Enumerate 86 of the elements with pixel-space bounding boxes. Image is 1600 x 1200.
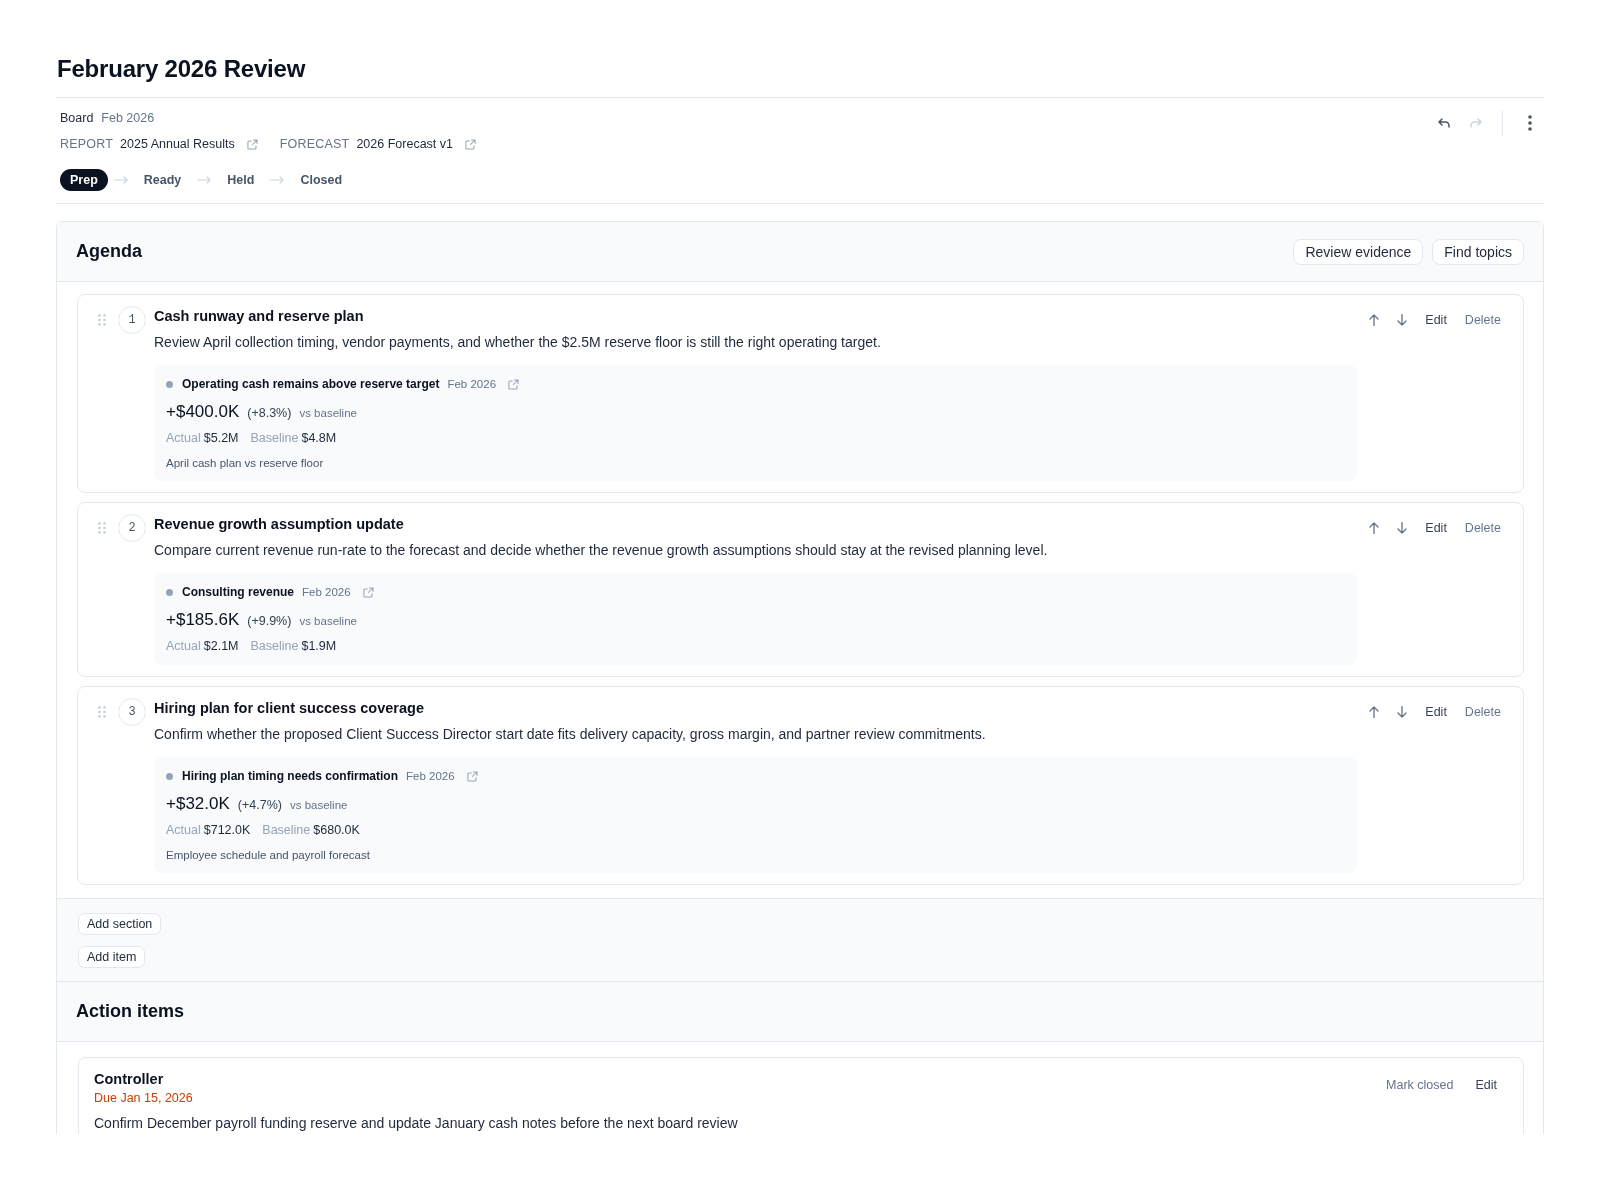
external-link-icon[interactable]	[508, 378, 520, 390]
arrow-up-icon	[1369, 314, 1380, 326]
edit-button[interactable]: Edit	[1419, 307, 1453, 333]
baseline-value: $680.0K	[313, 822, 360, 839]
baseline-label: Baseline	[262, 822, 311, 839]
delta-value: +$32.0K	[166, 793, 230, 815]
external-link-icon[interactable]	[362, 586, 374, 598]
add-button[interactable]: Add item	[78, 946, 146, 968]
evidence-note: April cash plan vs reserve floor	[166, 456, 325, 471]
page-title: February 2026 Review	[57, 55, 307, 83]
item-description: Review April collection timing, vendor payments, and whether the $2.5M reserve floor is still the right operating target.	[154, 333, 882, 352]
actual-value: $712.0K	[203, 822, 251, 839]
evidence-title: Operating cash remains above reserve target	[182, 376, 440, 393]
item-title: Revenue growth assumption update	[154, 515, 405, 534]
actual-value: $5.2M	[203, 430, 239, 447]
evidence-date: Feb 2026	[302, 585, 351, 600]
edit-button[interactable]: Edit	[1469, 1072, 1503, 1098]
external-link-icon[interactable]	[465, 138, 476, 150]
arrow-right-icon	[113, 176, 128, 184]
actual-value: $2.1M	[203, 638, 239, 655]
header-button[interactable]: Find topics	[1432, 238, 1524, 265]
period-text: Feb 2026	[101, 110, 155, 127]
status-dot-icon	[166, 588, 173, 596]
link-value[interactable]: 2025 Annual Results	[120, 135, 235, 153]
comparison-text: vs baseline	[299, 614, 357, 629]
change-percent: (+4.7%)	[237, 797, 282, 814]
drag-handle-icon[interactable]	[98, 706, 106, 718]
item-description: Compare current revenue run-rate to the forecast and decide whether the revenue growth assumptions should stay at the revised planning level.	[154, 541, 1049, 560]
baseline-value: $1.9M	[301, 638, 337, 655]
action-description: Confirm December payroll funding reserve and update January cash notes before the next board review	[94, 1114, 739, 1133]
comparison-text: vs baseline	[299, 406, 357, 421]
undo-icon	[1438, 118, 1450, 128]
link-label: REPORT	[60, 136, 114, 153]
evidence-date: Feb 2026	[406, 769, 455, 784]
delete-button[interactable]: Delete	[1458, 699, 1507, 725]
arrow-right-icon	[197, 176, 212, 184]
arrow-down-icon	[1397, 314, 1408, 326]
arrow-right-icon	[270, 176, 285, 184]
change-percent: (+9.9%)	[247, 613, 292, 630]
item-description: Confirm whether the proposed Client Success Director start date fits delivery capacity, gross margin, and partner review commitments.	[154, 725, 987, 744]
stage-step[interactable]: Ready	[133, 169, 192, 191]
evidence-date: Feb 2026	[447, 377, 497, 392]
due-date: Due Jan 15, 2026	[94, 1090, 194, 1107]
kebab-menu-icon	[1528, 115, 1532, 131]
external-link-icon[interactable]	[246, 138, 258, 150]
arrow-down-icon	[1397, 522, 1408, 534]
status-dot-icon	[166, 380, 173, 388]
drag-handle-icon[interactable]	[98, 314, 106, 326]
arrow-up-icon	[1369, 706, 1380, 718]
evidence-title: Consulting revenue	[182, 584, 294, 601]
edit-button[interactable]: Edit	[1419, 699, 1453, 725]
delta-value: +$400.0K	[166, 401, 240, 423]
status-dot-icon	[166, 772, 173, 780]
board-label: Board	[60, 110, 94, 127]
change-percent: (+8.3%)	[247, 405, 292, 422]
section-title: Agenda	[76, 240, 142, 263]
baseline-value: $4.8M	[301, 430, 337, 447]
stage-step[interactable]: Closed	[290, 169, 353, 191]
header-button[interactable]: Review evidence	[1293, 238, 1424, 265]
add-button[interactable]: Add section	[78, 913, 162, 935]
actual-label: Actual	[166, 430, 201, 447]
external-link-icon[interactable]	[466, 770, 478, 782]
delete-button[interactable]: Delete	[1458, 515, 1507, 541]
delta-value: +$185.6K	[166, 609, 240, 631]
comparison-text: vs baseline	[289, 798, 348, 813]
delete-button[interactable]: Delete	[1458, 307, 1507, 333]
mark-closed-button[interactable]: Mark closed	[1380, 1072, 1460, 1098]
item-title: Cash runway and reserve plan	[154, 307, 365, 326]
link-label: FORECAST	[279, 136, 350, 153]
evidence-note: Employee schedule and payroll forecast	[166, 848, 371, 863]
section-title: Action items	[76, 1000, 185, 1023]
drag-handle-icon[interactable]	[98, 522, 106, 534]
owner-name: Controller	[94, 1070, 165, 1089]
redo-icon	[1470, 118, 1482, 128]
evidence-title: Hiring plan timing needs confirmation	[182, 768, 398, 785]
actual-label: Actual	[166, 822, 201, 839]
baseline-label: Baseline	[250, 638, 299, 655]
stage-step[interactable]: Prep	[60, 169, 108, 191]
arrow-down-icon	[1397, 706, 1408, 718]
stage-step[interactable]: Held	[217, 169, 265, 191]
arrow-up-icon	[1369, 522, 1380, 534]
baseline-label: Baseline	[250, 430, 299, 447]
item-title: Hiring plan for client success coverage	[154, 699, 425, 718]
actual-label: Actual	[166, 638, 201, 655]
edit-button[interactable]: Edit	[1419, 515, 1453, 541]
link-value[interactable]: 2026 Forecast v1	[356, 135, 453, 153]
